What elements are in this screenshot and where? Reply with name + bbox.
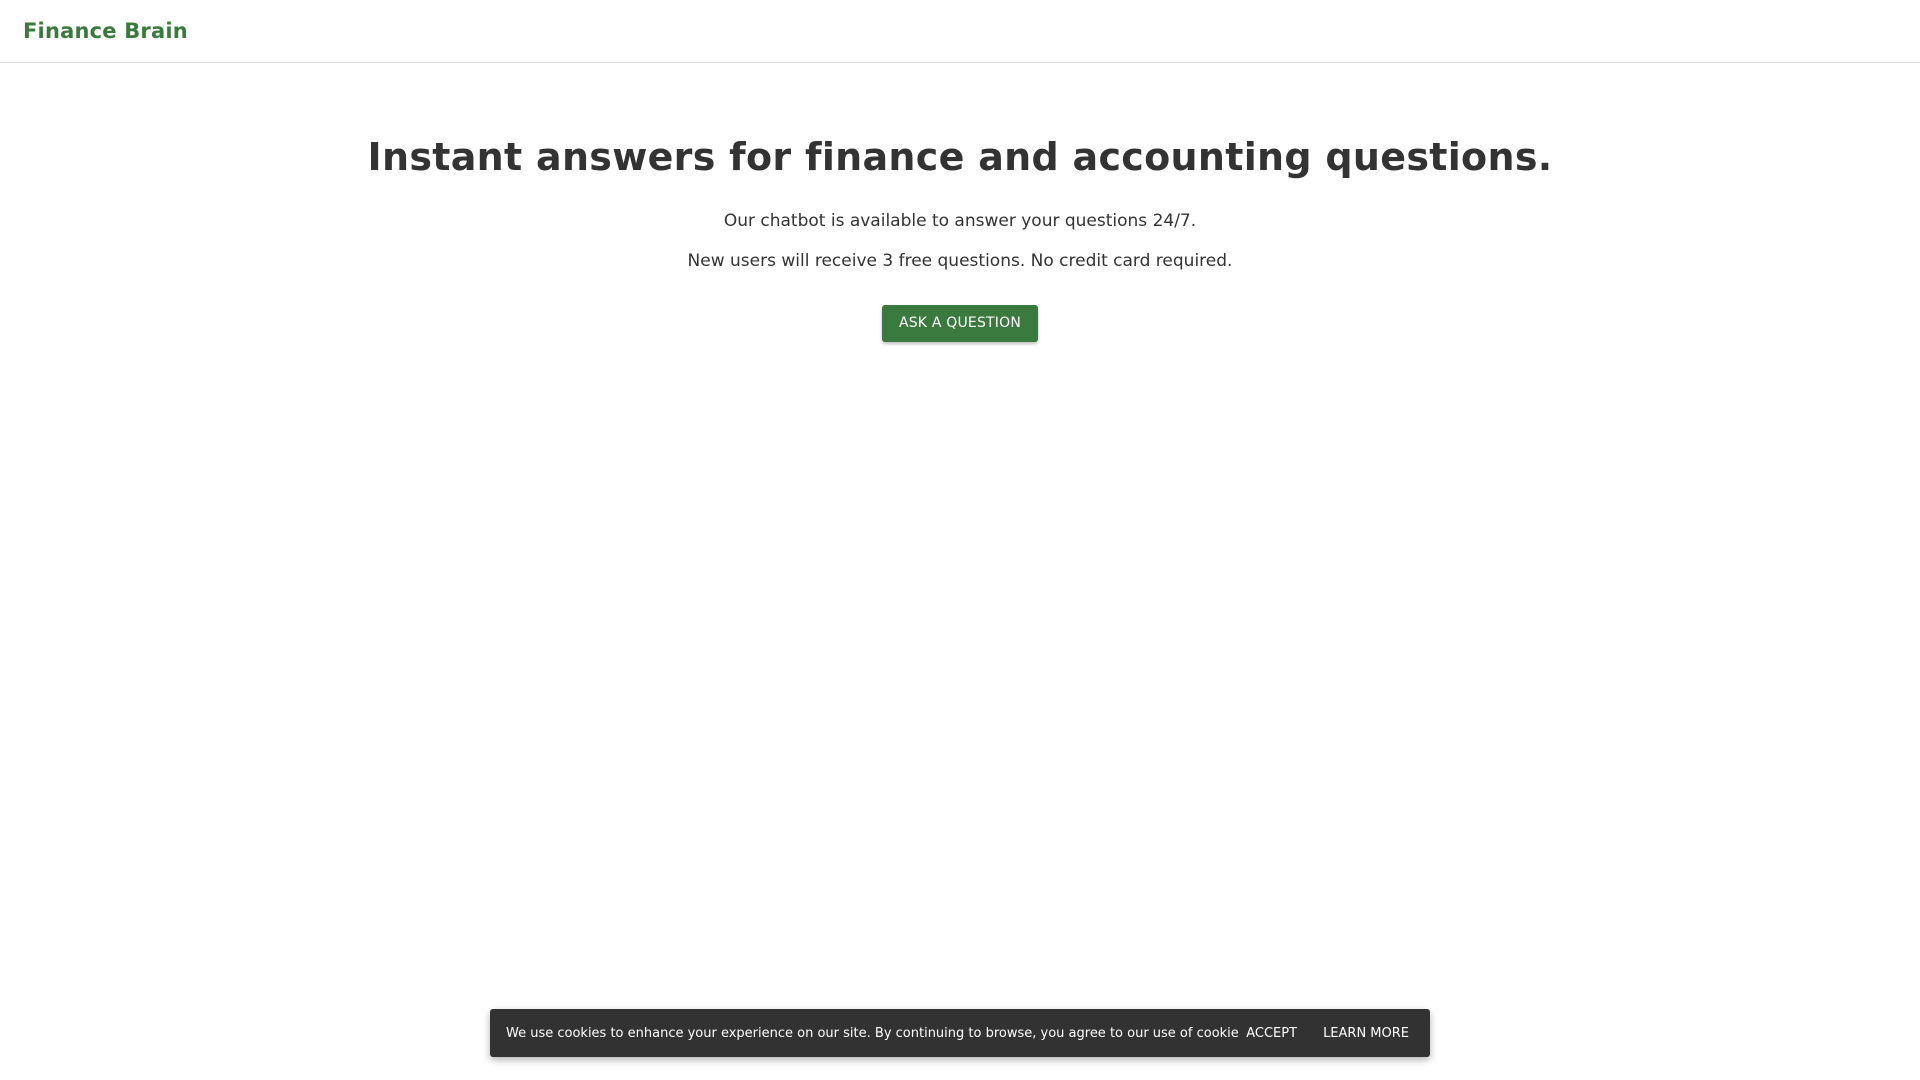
top-navbar: Finance Brain: [0, 0, 1920, 63]
hero-section: Instant answers for finance and accounti…: [0, 130, 1920, 342]
ask-question-button[interactable]: ASK A QUESTION: [881, 305, 1039, 342]
cookie-consent-banner: We use cookies to enhance your experienc…: [490, 1009, 1430, 1057]
cookie-message: We use cookies to enhance your experienc…: [506, 1025, 1239, 1041]
accept-cookies-button[interactable]: ACCEPT: [1238, 1020, 1305, 1047]
cta-container: ASK A QUESTION: [0, 305, 1920, 342]
learn-more-button[interactable]: LEARN MORE: [1315, 1020, 1417, 1047]
hero-subtitle-free-questions: New users will receive 3 free questions.…: [687, 251, 1233, 271]
hero-subtitle-availability: Our chatbot is available to answer your …: [723, 211, 1197, 231]
page-title: Instant answers for finance and accounti…: [367, 135, 1553, 179]
brand-logo-link[interactable]: Finance Brain: [23, 19, 188, 43]
